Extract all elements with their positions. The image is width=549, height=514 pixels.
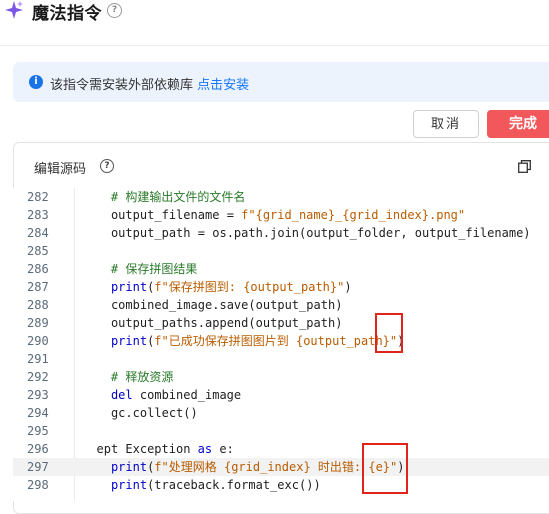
code-line[interactable]: 294 gc.collect()	[13, 404, 549, 422]
line-number: 283	[27, 208, 49, 222]
code-line[interactable]: 288 combined_image.save(output_path)	[13, 296, 549, 314]
code-text: ept Exception as e:	[96, 442, 234, 456]
annotation-box	[375, 313, 403, 353]
line-number: 290	[27, 334, 49, 348]
line-number: 286	[27, 262, 49, 276]
code-line[interactable]: 292 # 释放资源	[13, 368, 549, 386]
help-icon[interactable]: ?	[107, 3, 122, 18]
copy-icon[interactable]	[518, 160, 531, 173]
sparkle-icon	[5, 1, 23, 19]
code-line[interactable]: 290 print(f"已成功保存拼图图片到 {output_path}")	[13, 332, 549, 350]
editor-title: 编辑源码	[34, 162, 87, 177]
code-text: gc.collect()	[110, 406, 198, 420]
header-divider	[0, 45, 549, 46]
code-text: combined_image.save(output_path)	[110, 298, 343, 312]
page-title: 魔法指令	[32, 4, 102, 24]
line-number: 293	[27, 388, 49, 402]
code-text: print(traceback.format_exc())	[110, 478, 321, 492]
code-text: # 构建输出文件的文件名	[82, 190, 246, 204]
code-editor[interactable]: 282 # 构建输出文件的文件名 283 output_filename = f"…	[13, 188, 549, 501]
code-text: # 保存拼图结果	[82, 262, 198, 276]
code-line[interactable]: 289 output_paths.append(output_path)	[13, 314, 549, 332]
line-number: 284	[27, 226, 49, 240]
line-number: 288	[27, 298, 49, 312]
code-text: print(f"处理网格 {grid_index} 时出错: {e}")	[110, 460, 405, 474]
line-number: 282	[27, 190, 49, 204]
dependency-notice-banner: i 该指令需安装外部依赖库 点击安装	[13, 62, 549, 102]
code-text: print(f"保存拼图到: {output_path}")	[110, 280, 352, 294]
code-text: output_paths.append(output_path)	[110, 316, 343, 330]
code-line[interactable]: 285	[13, 242, 549, 260]
cancel-button[interactable]: 取消	[413, 110, 479, 138]
code-text: output_filename = f"{grid_name}_{grid_in…	[110, 208, 466, 222]
code-line[interactable]: 295	[13, 422, 549, 440]
code-line[interactable]: 284 output_path = os.path.join(output_fo…	[13, 224, 549, 242]
done-button[interactable]: 完成	[487, 110, 549, 138]
info-icon: i	[29, 75, 43, 89]
banner-message: 该指令需安装外部依赖库 点击安装	[50, 74, 249, 93]
line-number: 296	[27, 442, 49, 456]
line-number: 287	[27, 280, 49, 294]
code-text: # 释放资源	[82, 370, 174, 384]
line-number: 289	[27, 316, 49, 330]
line-number: 285	[27, 244, 49, 258]
code-line[interactable]: 283 output_filename = f"{grid_name}_{gri…	[13, 206, 549, 224]
code-line[interactable]: 282 # 构建输出文件的文件名	[13, 188, 549, 206]
page-header: 魔法指令 ?	[0, 0, 549, 24]
install-link[interactable]: 点击安装	[197, 78, 249, 93]
line-number: 297	[27, 460, 49, 474]
line-number: 295	[27, 424, 49, 438]
editor-help-icon[interactable]: ?	[100, 159, 114, 173]
code-line[interactable]: 296 ept Exception as e:	[13, 440, 549, 458]
code-line[interactable]: 287 print(f"保存拼图到: {output_path}")	[13, 278, 549, 296]
code-text: del combined_image	[110, 388, 242, 402]
banner-text: 该指令需安装外部依赖库	[50, 78, 194, 93]
code-line[interactable]: 293 del combined_image	[13, 386, 549, 404]
line-number: 294	[27, 406, 49, 420]
line-number: 298	[27, 478, 49, 492]
code-text: print(f"已成功保存拼图图片到 {output_path}")	[110, 334, 405, 348]
code-line[interactable]: 298 print(traceback.format_exc())	[13, 476, 549, 494]
code-text: output_path = os.path.join(output_folder…	[110, 226, 531, 240]
annotation-box	[362, 443, 408, 494]
line-number: 291	[27, 352, 49, 366]
line-number: 292	[27, 370, 49, 384]
code-line[interactable]: 297 print(f"处理网格 {grid_index} 时出错: {e}")	[13, 458, 549, 476]
code-line[interactable]: 291	[13, 350, 549, 368]
code-line[interactable]: 286 # 保存拼图结果	[13, 260, 549, 278]
